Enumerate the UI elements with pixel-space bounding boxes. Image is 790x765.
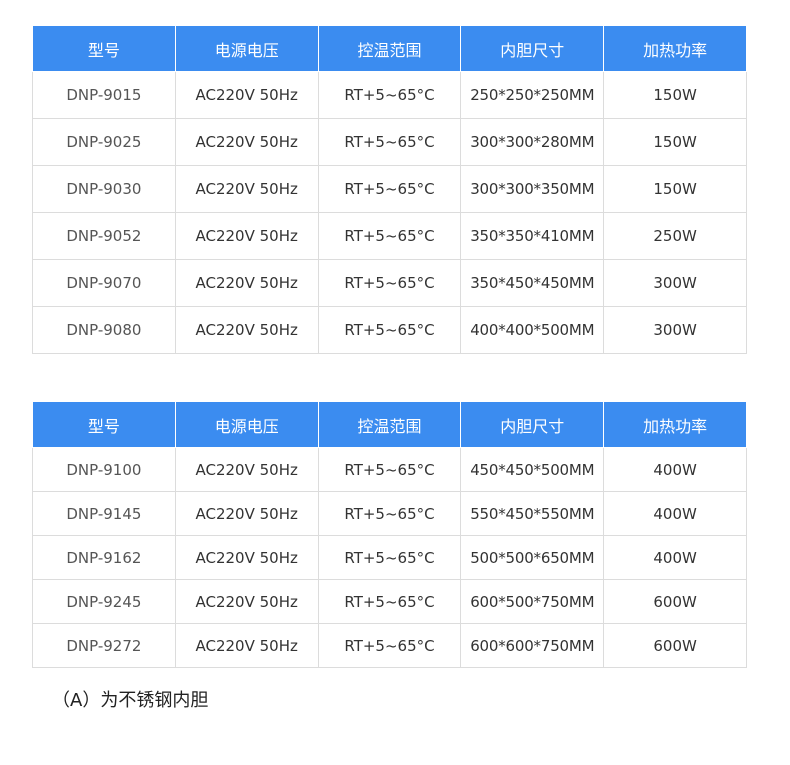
table-row: DNP-9100 AC220V 50Hz RT+5~65°C 450*450*5… bbox=[32, 447, 747, 492]
header-voltage: 电源电压 bbox=[174, 401, 319, 448]
spec-table-1: 型号 电源电压 控温范围 内胆尺寸 加热功率 DNP-9015 AC220V 5… bbox=[32, 25, 747, 354]
cell-power: 150W bbox=[603, 118, 747, 166]
cell-chamber-size: 550*450*550MM bbox=[460, 491, 605, 536]
cell-chamber-size: 300*300*350MM bbox=[460, 165, 605, 213]
header-model: 型号 bbox=[32, 25, 176, 72]
cell-power: 250W bbox=[603, 212, 747, 260]
cell-temp-range: RT+5~65°C bbox=[317, 306, 462, 354]
cell-voltage: AC220V 50Hz bbox=[174, 535, 319, 580]
cell-power: 150W bbox=[603, 71, 747, 119]
cell-chamber-size: 250*250*250MM bbox=[460, 71, 605, 119]
cell-model: DNP-9080 bbox=[32, 306, 176, 354]
table-row: DNP-9030 AC220V 50Hz RT+5~65°C 300*300*3… bbox=[32, 165, 747, 213]
table-row: DNP-9162 AC220V 50Hz RT+5~65°C 500*500*6… bbox=[32, 535, 747, 580]
cell-chamber-size: 400*400*500MM bbox=[460, 306, 605, 354]
cell-voltage: AC220V 50Hz bbox=[174, 118, 319, 166]
header-power: 加热功率 bbox=[603, 401, 747, 448]
cell-chamber-size: 450*450*500MM bbox=[460, 447, 605, 492]
cell-power: 400W bbox=[603, 491, 747, 536]
cell-power: 600W bbox=[603, 623, 747, 668]
footnote: （A）为不锈钢内胆 bbox=[52, 690, 209, 711]
cell-model: DNP-9245 bbox=[32, 579, 176, 624]
cell-voltage: AC220V 50Hz bbox=[174, 306, 319, 354]
header-temp-range: 控温范围 bbox=[317, 401, 462, 448]
cell-chamber-size: 350*350*410MM bbox=[460, 212, 605, 260]
cell-temp-range: RT+5~65°C bbox=[317, 579, 462, 624]
table-row: DNP-9272 AC220V 50Hz RT+5~65°C 600*600*7… bbox=[32, 623, 747, 668]
cell-temp-range: RT+5~65°C bbox=[317, 165, 462, 213]
cell-power: 300W bbox=[603, 306, 747, 354]
cell-model: DNP-9025 bbox=[32, 118, 176, 166]
cell-model: DNP-9015 bbox=[32, 71, 176, 119]
cell-voltage: AC220V 50Hz bbox=[174, 491, 319, 536]
cell-model: DNP-9070 bbox=[32, 259, 176, 307]
cell-chamber-size: 600*500*750MM bbox=[460, 579, 605, 624]
cell-voltage: AC220V 50Hz bbox=[174, 71, 319, 119]
table-row: DNP-9025 AC220V 50Hz RT+5~65°C 300*300*2… bbox=[32, 118, 747, 166]
spec-table-2: 型号 电源电压 控温范围 内胆尺寸 加热功率 DNP-9100 AC220V 5… bbox=[32, 401, 747, 668]
table-row: DNP-9052 AC220V 50Hz RT+5~65°C 350*350*4… bbox=[32, 212, 747, 260]
cell-model: DNP-9100 bbox=[32, 447, 176, 492]
table-header-row: 型号 电源电压 控温范围 内胆尺寸 加热功率 bbox=[32, 401, 747, 448]
cell-model: DNP-9052 bbox=[32, 212, 176, 260]
header-chamber-size: 内胆尺寸 bbox=[460, 401, 605, 448]
cell-voltage: AC220V 50Hz bbox=[174, 579, 319, 624]
header-model: 型号 bbox=[32, 401, 176, 448]
cell-model: DNP-9162 bbox=[32, 535, 176, 580]
cell-voltage: AC220V 50Hz bbox=[174, 259, 319, 307]
cell-chamber-size: 300*300*280MM bbox=[460, 118, 605, 166]
header-chamber-size: 内胆尺寸 bbox=[460, 25, 605, 72]
cell-temp-range: RT+5~65°C bbox=[317, 447, 462, 492]
cell-voltage: AC220V 50Hz bbox=[174, 212, 319, 260]
cell-temp-range: RT+5~65°C bbox=[317, 71, 462, 119]
cell-temp-range: RT+5~65°C bbox=[317, 535, 462, 580]
cell-voltage: AC220V 50Hz bbox=[174, 165, 319, 213]
cell-power: 150W bbox=[603, 165, 747, 213]
cell-temp-range: RT+5~65°C bbox=[317, 212, 462, 260]
table-row: DNP-9015 AC220V 50Hz RT+5~65°C 250*250*2… bbox=[32, 71, 747, 119]
table-header-row: 型号 电源电压 控温范围 内胆尺寸 加热功率 bbox=[32, 25, 747, 72]
cell-temp-range: RT+5~65°C bbox=[317, 623, 462, 668]
header-voltage: 电源电压 bbox=[174, 25, 319, 72]
cell-power: 600W bbox=[603, 579, 747, 624]
header-power: 加热功率 bbox=[603, 25, 747, 72]
table-row: DNP-9080 AC220V 50Hz RT+5~65°C 400*400*5… bbox=[32, 306, 747, 354]
header-temp-range: 控温范围 bbox=[317, 25, 462, 72]
table-row: DNP-9245 AC220V 50Hz RT+5~65°C 600*500*7… bbox=[32, 579, 747, 624]
cell-power: 400W bbox=[603, 535, 747, 580]
cell-model: DNP-9145 bbox=[32, 491, 176, 536]
cell-temp-range: RT+5~65°C bbox=[317, 118, 462, 166]
table-row: DNP-9145 AC220V 50Hz RT+5~65°C 550*450*5… bbox=[32, 491, 747, 536]
cell-chamber-size: 500*500*650MM bbox=[460, 535, 605, 580]
cell-temp-range: RT+5~65°C bbox=[317, 259, 462, 307]
cell-temp-range: RT+5~65°C bbox=[317, 491, 462, 536]
cell-power: 400W bbox=[603, 447, 747, 492]
cell-model: DNP-9030 bbox=[32, 165, 176, 213]
cell-chamber-size: 350*450*450MM bbox=[460, 259, 605, 307]
cell-chamber-size: 600*600*750MM bbox=[460, 623, 605, 668]
cell-voltage: AC220V 50Hz bbox=[174, 447, 319, 492]
cell-power: 300W bbox=[603, 259, 747, 307]
cell-model: DNP-9272 bbox=[32, 623, 176, 668]
cell-voltage: AC220V 50Hz bbox=[174, 623, 319, 668]
table-row: DNP-9070 AC220V 50Hz RT+5~65°C 350*450*4… bbox=[32, 259, 747, 307]
